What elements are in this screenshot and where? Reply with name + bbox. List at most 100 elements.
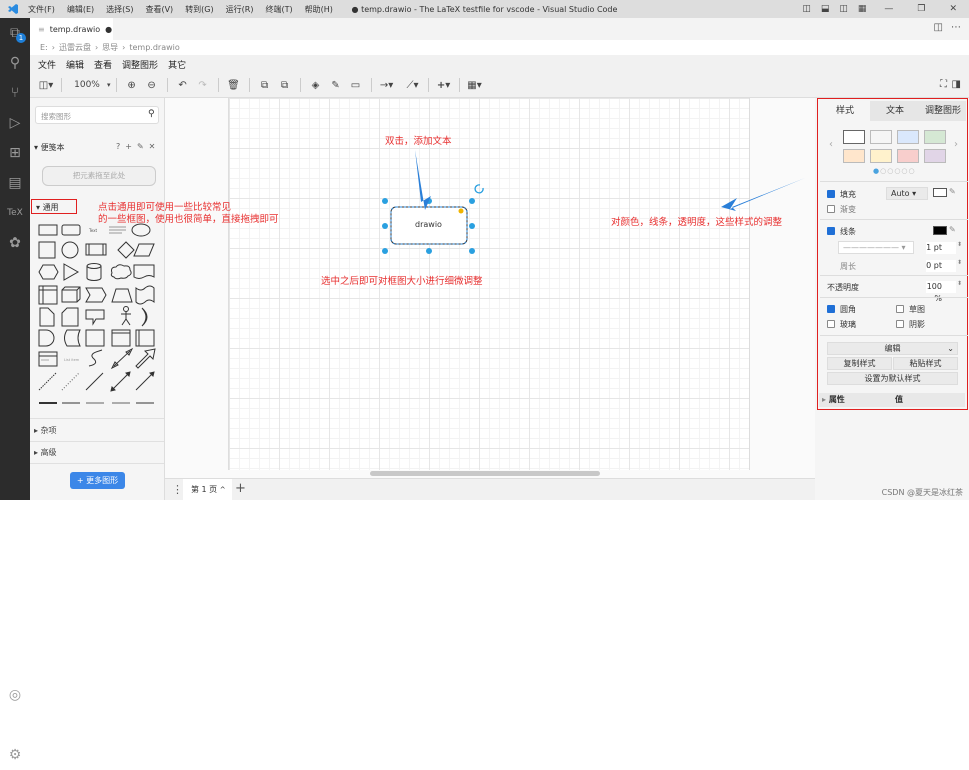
shape-rectangle[interactable] (38, 224, 58, 236)
scratchpad-add-icon[interactable]: + (125, 142, 132, 151)
line-color-icon[interactable]: ✎ (326, 80, 346, 91)
shape-cylinder[interactable] (86, 263, 102, 281)
tab-text[interactable]: 文本 (870, 101, 920, 121)
menu-go[interactable]: 转到(G) (185, 4, 213, 15)
shape-trapezoid[interactable] (111, 288, 133, 303)
shape-process[interactable] (85, 243, 107, 256)
scratchpad-dropzone[interactable]: 把元素拖至此处 (42, 166, 156, 186)
scratchpad-help-icon[interactable]: ? (116, 142, 120, 151)
menu-help[interactable]: 帮助(H) (305, 4, 333, 15)
shape-parallelogram[interactable] (133, 243, 155, 257)
misc-section-header[interactable]: ▸ 杂项 (34, 425, 57, 436)
glass-checkbox[interactable] (827, 320, 835, 328)
to-back-icon[interactable]: ⧉ (275, 80, 295, 91)
fill-checkbox[interactable] (827, 190, 835, 198)
search-shapes-input[interactable]: 搜索图形 (35, 106, 159, 124)
perimeter-stepper-icon[interactable]: ⬍ (957, 259, 962, 266)
style-swatch[interactable] (924, 149, 946, 163)
toggle-secondary-sidebar-icon[interactable]: ◫ (839, 4, 848, 14)
edit-style-button[interactable]: 编辑 ⌄ (827, 342, 958, 355)
more-shapes-button[interactable]: + 更多图形 (70, 472, 125, 489)
menu-view[interactable]: 查看(V) (145, 4, 173, 15)
line-color-swatch[interactable] (933, 226, 947, 235)
shape-callout[interactable] (85, 309, 105, 326)
menu-run[interactable]: 运行(R) (226, 4, 254, 15)
zoom-in-icon[interactable]: ⊕ (122, 80, 142, 91)
toggle-sidebar-icon[interactable]: ◫ (802, 4, 811, 14)
style-swatch[interactable] (843, 149, 865, 163)
style-swatch[interactable] (843, 130, 865, 144)
perimeter-input[interactable]: 0 pt (926, 260, 956, 272)
close-button[interactable]: ✕ (949, 4, 957, 14)
shape-swimlane[interactable] (111, 329, 131, 347)
source-control-icon[interactable]: ⑂ (0, 78, 30, 108)
drawio-menu-arrange[interactable]: 调整图形 (122, 58, 158, 71)
shape-container[interactable] (85, 329, 105, 347)
shape-arrow[interactable] (135, 348, 156, 369)
shadow-checkbox[interactable] (896, 320, 904, 328)
fill-color-icon[interactable]: ◈ (306, 80, 326, 91)
table-icon[interactable]: ▦▾ (465, 80, 485, 91)
undo-icon[interactable]: ↶ (173, 80, 193, 91)
general-section-header[interactable]: ▾ 通用 (31, 199, 77, 214)
notebook-icon[interactable]: ▤ (0, 168, 30, 198)
rounding-handle[interactable] (458, 208, 464, 214)
swatch-prev-icon[interactable]: ‹ (829, 139, 833, 150)
shape-tape[interactable] (135, 285, 155, 305)
tab-arrange[interactable]: 调整图形 (920, 101, 966, 121)
shape-note[interactable] (39, 307, 55, 327)
shape-rounded-rectangle[interactable] (61, 224, 81, 236)
drawio-menu-view[interactable]: 查看 (94, 58, 112, 71)
extensions-icon[interactable]: ⊞ (0, 138, 30, 168)
advanced-section-header[interactable]: ▸ 高级 (34, 447, 57, 458)
style-swatch[interactable] (897, 130, 919, 144)
page-tab-chevron-icon[interactable]: ^ (220, 486, 226, 494)
menu-terminal[interactable]: 终端(T) (265, 4, 292, 15)
chatgpt-icon[interactable]: ✿ (0, 228, 30, 258)
shape-vertical-swimlane[interactable] (135, 329, 155, 347)
diagram-canvas[interactable]: 双击，添加文本 drawio 选中之后即可对框图大小进行细微调整 对颜色，线条，… (165, 98, 815, 478)
page-tab-1[interactable]: 第 1 页 ^ (183, 479, 232, 500)
tab-style[interactable]: 样式 (820, 101, 870, 121)
shape-curve[interactable] (88, 349, 103, 367)
shape-data-storage[interactable] (64, 329, 81, 347)
swatch-page-dots[interactable]: ●○○○○○ (873, 167, 916, 175)
shape-dashed-line[interactable] (38, 372, 57, 391)
tex-icon[interactable]: TeX (0, 198, 30, 228)
toggle-panel-icon[interactable]: ⬓ (821, 4, 830, 14)
shape-hexagon[interactable] (38, 264, 59, 280)
swatch-next-icon[interactable]: › (954, 139, 958, 150)
connection-icon[interactable]: →▾ (377, 80, 397, 91)
menu-file[interactable]: 文件(F) (28, 4, 55, 15)
run-debug-icon[interactable]: ▷ (0, 108, 30, 138)
breadcrumb-file[interactable]: temp.drawio (129, 43, 179, 52)
line-checkbox[interactable] (827, 227, 835, 235)
search-icon[interactable]: ⚲ (148, 109, 155, 119)
explorer-icon[interactable]: ⧉ 1 (0, 18, 30, 48)
tab-temp-drawio[interactable]: ≡ temp.drawio ● (30, 18, 113, 40)
shape-step[interactable] (85, 287, 107, 303)
menu-edit[interactable]: 编辑(E) (67, 4, 94, 15)
minimize-button[interactable]: — (884, 4, 893, 14)
shape-text[interactable]: Text (88, 228, 98, 233)
shape-triangle[interactable] (63, 263, 80, 281)
style-swatch[interactable] (924, 130, 946, 144)
opacity-stepper-icon[interactable]: ⬍ (957, 280, 962, 287)
scratchpad-close-icon[interactable]: ✕ (149, 142, 156, 151)
shape-directional-connector[interactable] (135, 371, 155, 391)
split-editor-icon[interactable]: ◫ (934, 22, 943, 33)
shape-dotted-line[interactable] (61, 372, 80, 391)
zoom-select[interactable]: 100% (67, 80, 107, 90)
view-panels-icon[interactable]: ◫▾ (36, 80, 56, 91)
style-swatch[interactable] (897, 149, 919, 163)
line-width-input[interactable]: 1 pt (926, 242, 956, 254)
line-pattern-select[interactable]: ——————— ▾ (838, 241, 914, 254)
shape-bidirectional-arrow[interactable] (110, 347, 134, 370)
shadow-icon[interactable]: ▭ (346, 80, 366, 91)
drawio-menu-extras[interactable]: 其它 (168, 58, 186, 71)
shape-bidirectional-connector[interactable] (110, 371, 131, 392)
shape-cube[interactable] (61, 286, 81, 303)
fill-color-picker-icon[interactable]: ✎ (949, 187, 956, 196)
copy-style-button[interactable]: 复制样式 (827, 357, 892, 370)
shape-ellipse[interactable] (131, 223, 151, 237)
